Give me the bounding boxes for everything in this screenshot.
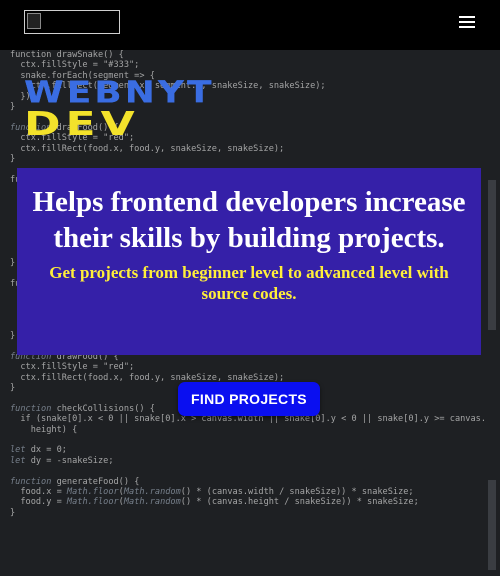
site-logo[interactable] <box>24 10 120 34</box>
background-stripe <box>488 180 496 330</box>
brand-line-1: WEBNYT <box>24 75 215 111</box>
navbar <box>0 0 500 50</box>
hamburger-menu-icon[interactable] <box>459 15 475 29</box>
broken-image-icon <box>27 13 41 29</box>
hero-box: Helps frontend developers increase their… <box>17 168 481 355</box>
hero-heading: Helps frontend developers increase their… <box>32 186 466 254</box>
background-stripe <box>488 480 496 570</box>
hero-subheading: Get projects from beginner level to adva… <box>49 263 449 303</box>
brand-line-2: DEV <box>24 105 140 144</box>
brand-wordmark: WEBNYT DEV <box>24 78 264 152</box>
find-projects-button[interactable]: FIND PROJECTS <box>178 382 320 416</box>
